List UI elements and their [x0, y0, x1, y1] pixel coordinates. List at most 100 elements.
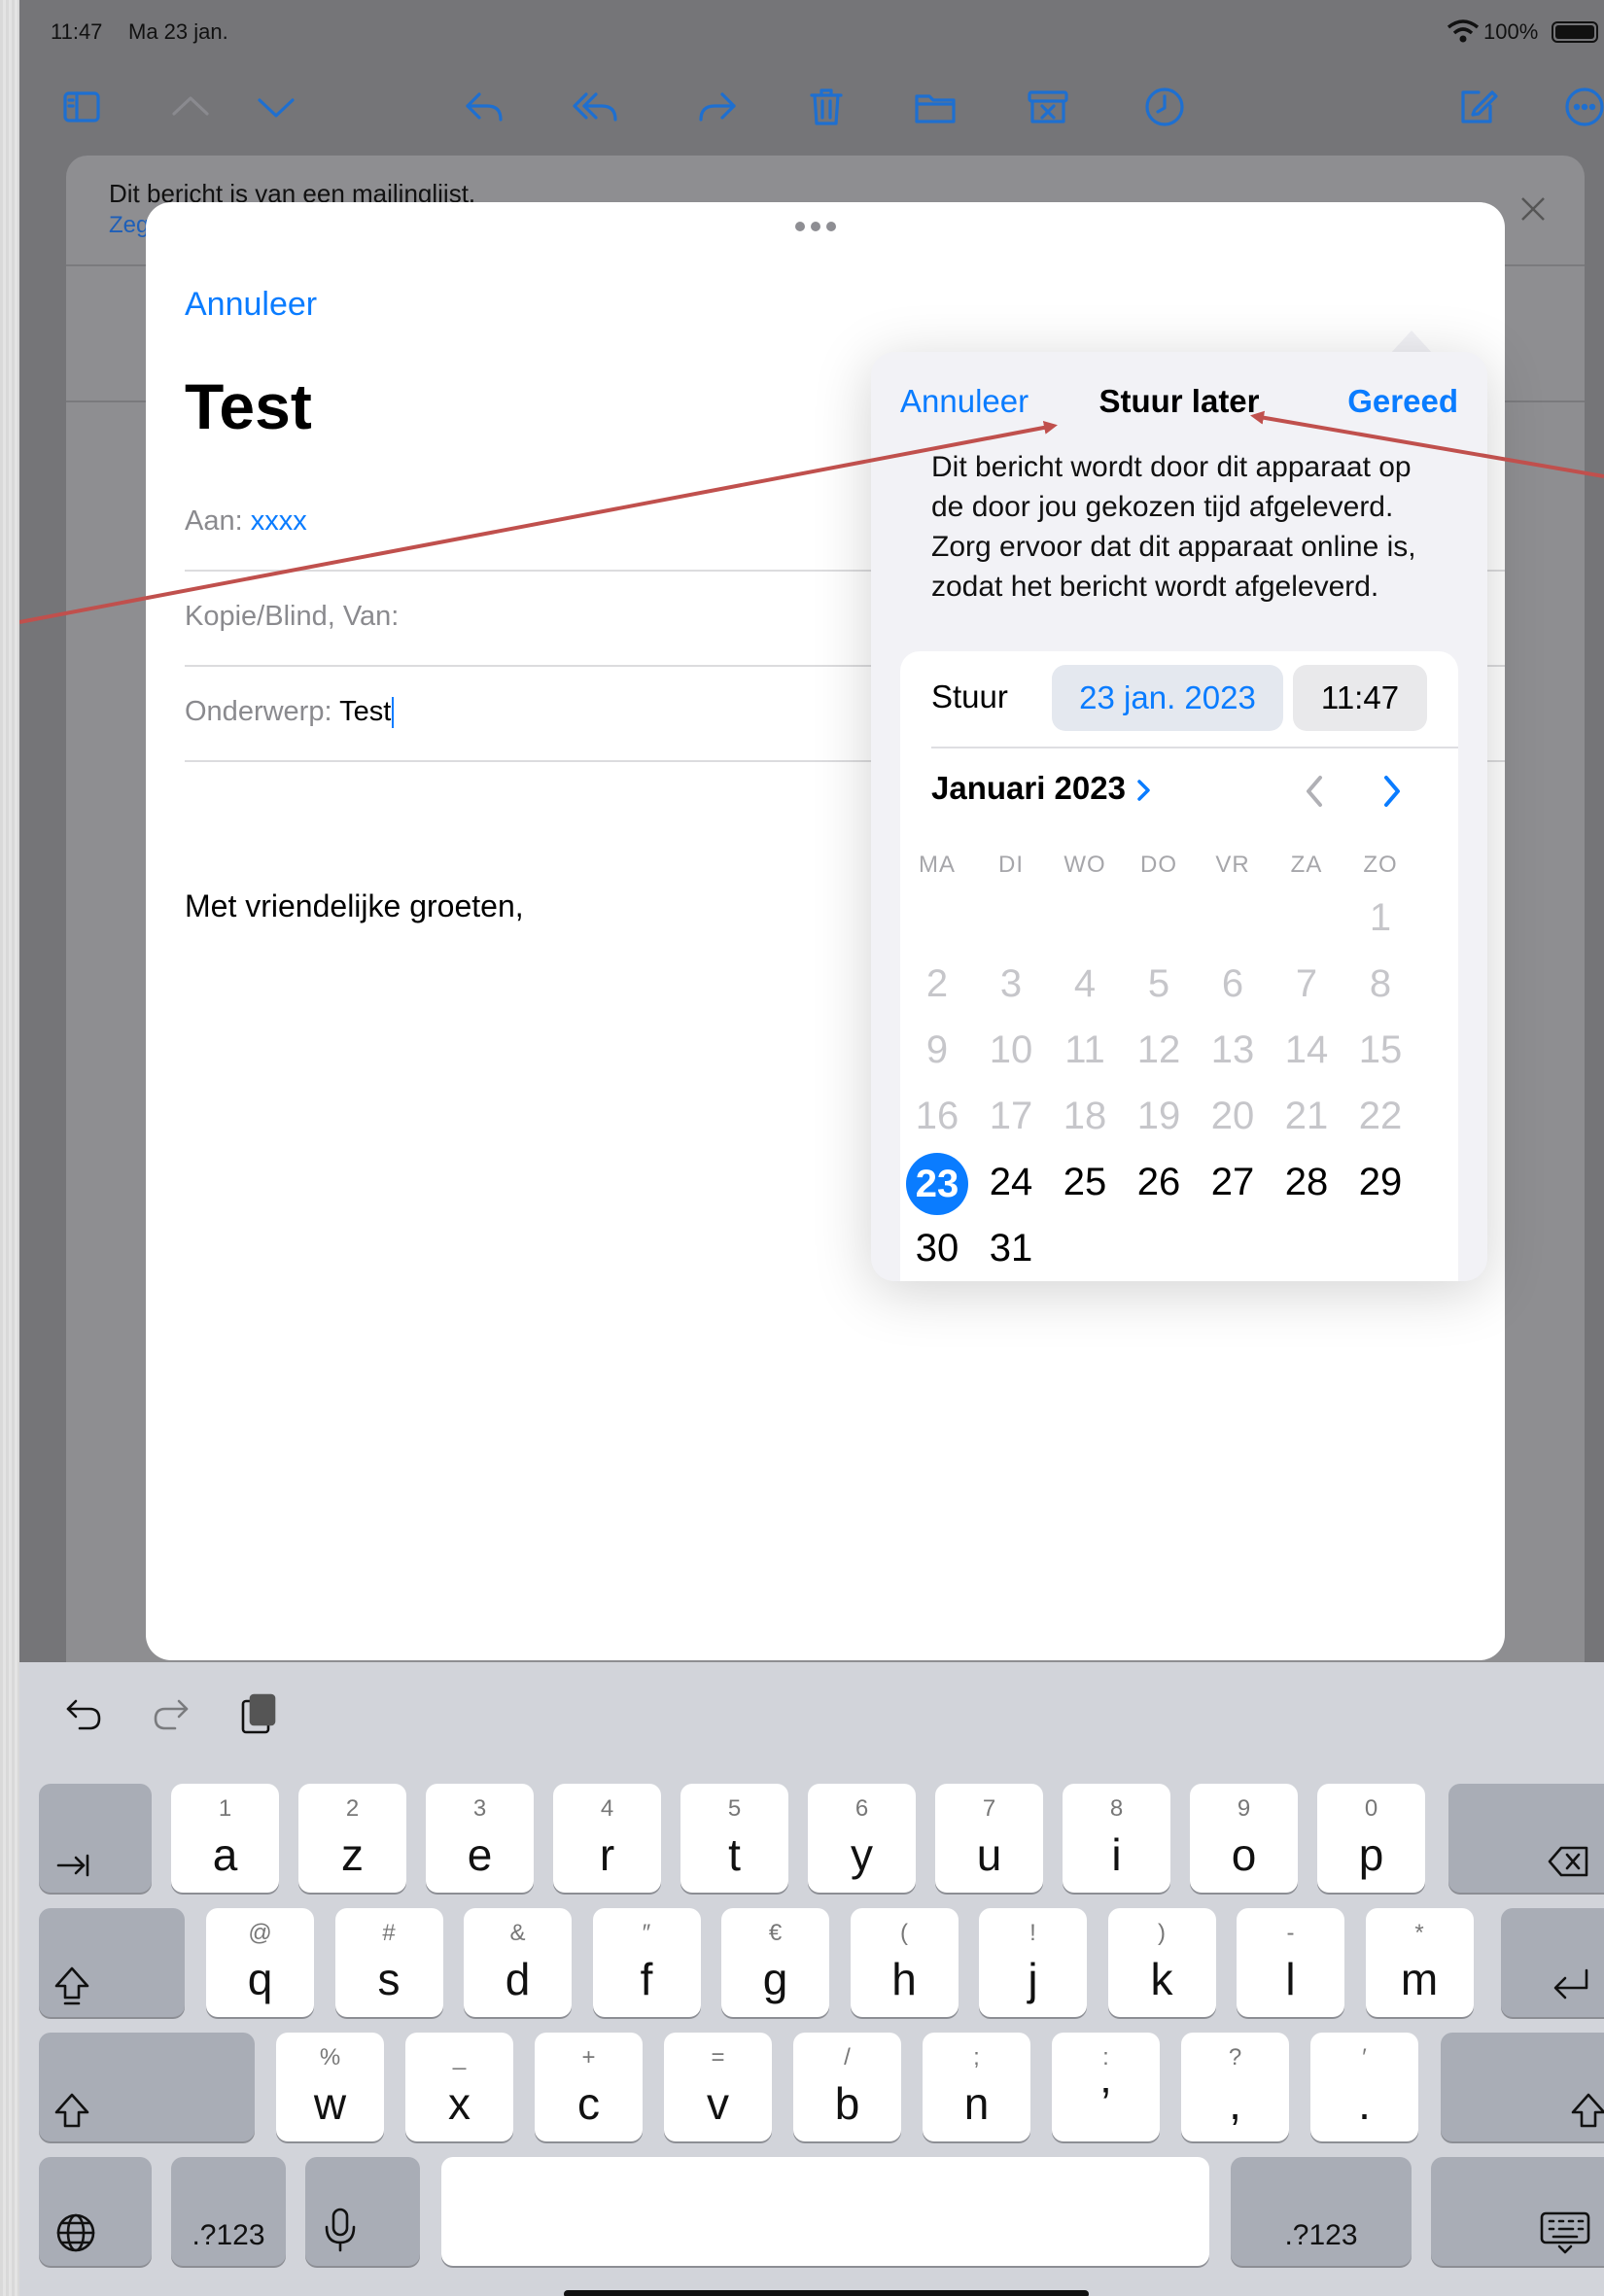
subject-input[interactable]: Test [339, 696, 391, 727]
key-8[interactable]: ?, [1181, 2033, 1289, 2141]
compose-cancel-button[interactable]: Annuleer [185, 286, 317, 324]
key-a[interactable]: 1a [171, 1784, 279, 1893]
calendar-day[interactable]: 25 [1054, 1161, 1116, 1204]
sidebar-toggle-icon[interactable] [56, 82, 107, 132]
previous-month-icon[interactable] [1301, 772, 1330, 816]
undo-icon[interactable] [62, 1693, 105, 1741]
key-i[interactable]: 8i [1063, 1784, 1170, 1893]
calendar-day: 13 [1210, 1028, 1255, 1071]
shift-key-right[interactable] [1441, 2033, 1604, 2141]
send-later-done-button[interactable]: Gereed [1347, 383, 1458, 420]
key-s[interactable]: # s [334, 1908, 443, 2017]
key-secondary-label: / [844, 2044, 851, 2070]
space-key[interactable] [441, 2157, 1209, 2266]
numbers-key-right[interactable]: .?123 [1231, 2157, 1412, 2266]
reply-icon[interactable] [459, 82, 509, 132]
key-q[interactable]: @ q [206, 1908, 314, 2017]
key-secondary-label: ′ [1362, 2044, 1367, 2070]
caps-lock-icon [52, 1965, 91, 2012]
key-7[interactable]: :’ [1052, 2033, 1160, 2141]
calendar-day[interactable]: 27 [1202, 1161, 1264, 1204]
key-k[interactable]: ) k [1107, 1908, 1216, 2017]
key-m[interactable]: * m [1365, 1908, 1474, 2017]
delete-icon [1548, 1844, 1590, 1884]
key-3[interactable]: + c [535, 2033, 643, 2141]
dictation-key[interactable] [305, 2157, 420, 2266]
key-r[interactable]: 4r [553, 1784, 661, 1893]
calendar-day[interactable]: 31 [980, 1227, 1042, 1270]
calendar-day[interactable]: 24 [980, 1161, 1042, 1204]
more-options-icon[interactable] [1559, 82, 1604, 132]
key-g[interactable]: € g [721, 1908, 829, 2017]
key-z[interactable]: 2z [298, 1784, 406, 1893]
calendar-day: 15 [1358, 1028, 1403, 1071]
key-6[interactable]: ; n [923, 2033, 1030, 2141]
key-o[interactable]: 9o [1190, 1784, 1298, 1893]
folder-icon[interactable] [910, 82, 960, 132]
tab-key[interactable] [39, 1784, 152, 1893]
to-recipient[interactable]: xxxx [251, 505, 307, 537]
weekday-zo: ZO [1363, 852, 1398, 878]
key-5[interactable]: / b [793, 2033, 901, 2141]
subject-field[interactable]: Onderwerp: Test [185, 696, 395, 729]
key-label: .?123 [192, 2219, 265, 2251]
key-t[interactable]: 5t [680, 1784, 788, 1893]
trash-icon[interactable] [801, 82, 852, 132]
compose-icon[interactable] [1452, 82, 1503, 132]
calendar-day-selected[interactable]: 23 [906, 1153, 968, 1215]
message-body[interactable]: Met vriendelijke groeten, [185, 888, 524, 924]
key-secondary-label: 4 [600, 1795, 614, 1822]
key-2[interactable]: _ x [405, 2033, 513, 2141]
key-9[interactable]: ′. [1310, 2033, 1418, 2141]
key-d[interactable]: & d [464, 1908, 572, 2017]
key-h[interactable]: (h [850, 1908, 959, 2017]
delete-key[interactable] [1448, 1784, 1604, 1893]
time-button[interactable]: 11:47 [1293, 665, 1427, 731]
paste-icon[interactable] [237, 1691, 280, 1743]
globe-key[interactable] [39, 2157, 152, 2266]
month-year-button[interactable]: Januari 2023 [931, 770, 1154, 807]
key-label: o [1231, 1829, 1257, 1880]
calendar-day: 19 [1136, 1095, 1181, 1137]
calendar-day[interactable]: 30 [906, 1227, 968, 1270]
wifi-icon [1447, 19, 1480, 43]
key-label: i [1111, 1829, 1122, 1880]
archive-icon[interactable] [1023, 82, 1073, 132]
key-y[interactable]: 6y [808, 1784, 916, 1893]
key-f[interactable]: ″ f [592, 1908, 701, 2017]
key-u[interactable]: 7u [935, 1784, 1043, 1893]
notice-link[interactable]: Zeg [109, 212, 149, 239]
key-label: u [976, 1829, 1002, 1880]
key-l[interactable]: -l [1237, 1908, 1344, 2017]
numbers-key-left[interactable]: .?123 [171, 2157, 286, 2266]
key-j[interactable]: ! j [979, 1908, 1087, 2017]
sheet-grabber-icon[interactable] [793, 220, 838, 238]
chevron-up-icon[interactable] [165, 82, 216, 132]
return-key[interactable] [1501, 1908, 1604, 2017]
reply-all-icon[interactable] [570, 82, 620, 132]
key-e[interactable]: 3e [426, 1784, 534, 1893]
key-4[interactable]: = v [664, 2033, 772, 2141]
send-later-description: Dit bericht wordt door dit apparaat op d… [931, 451, 1416, 603]
status-date: Ma 23 jan. [128, 19, 228, 44]
date-button[interactable]: 23 jan. 2023 [1052, 665, 1283, 731]
to-field[interactable]: Aan: xxxx [185, 505, 307, 538]
dismiss-keyboard-key[interactable] [1431, 2157, 1604, 2266]
forward-icon[interactable] [692, 82, 743, 132]
chevron-down-icon[interactable] [251, 82, 301, 132]
key-secondary-label: 9 [1237, 1795, 1251, 1822]
next-month-icon[interactable] [1377, 772, 1406, 816]
clock-icon[interactable] [1139, 82, 1190, 132]
redo-icon[interactable] [150, 1693, 192, 1741]
key-secondary-label: : [1102, 2044, 1109, 2070]
calendar-day[interactable]: 28 [1275, 1161, 1338, 1204]
close-icon[interactable] [1518, 194, 1548, 224]
shift-key-left[interactable] [39, 2033, 255, 2141]
key-label: m [1400, 1954, 1439, 2004]
calendar-day[interactable]: 26 [1128, 1161, 1190, 1204]
key-1[interactable]: % w [276, 2033, 384, 2141]
caps-lock-key[interactable] [39, 1908, 185, 2017]
key-p[interactable]: 0p [1317, 1784, 1425, 1893]
cc-bcc-from-field[interactable]: Kopie/Blind, Van: [185, 601, 399, 633]
calendar-day[interactable]: 29 [1349, 1161, 1412, 1204]
